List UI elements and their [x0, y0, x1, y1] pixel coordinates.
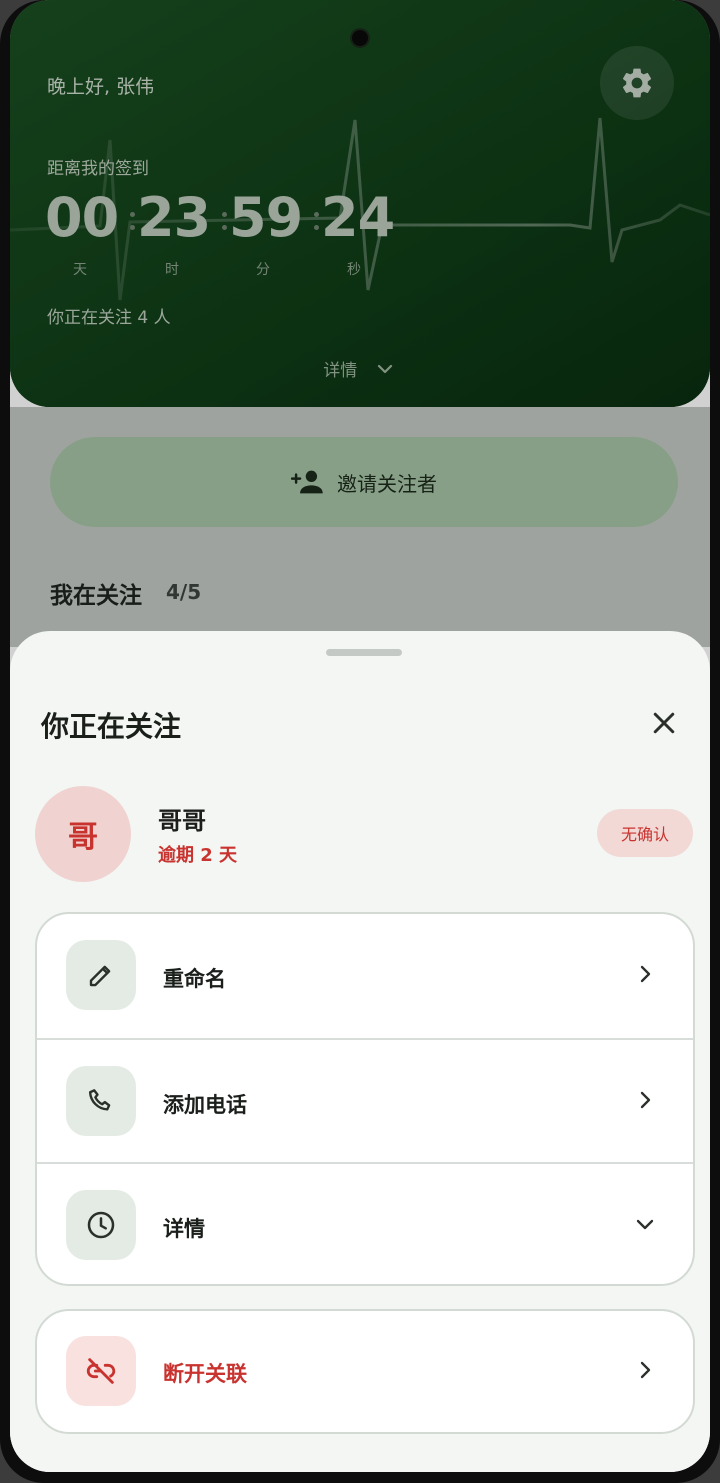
details-label: 详情 — [163, 1217, 205, 1241]
unlink-card: 断开关联 — [35, 1309, 695, 1434]
avatar: 哥 — [35, 786, 131, 882]
following-section-title: 我在关注 — [50, 583, 142, 609]
chevron-down-icon — [636, 1219, 654, 1230]
header-details-label: 详情 — [323, 361, 358, 381]
contact-name: 哥哥 — [158, 807, 206, 835]
chevron-right-icon — [640, 1361, 651, 1379]
greeting-text: 晚上好, 张伟 — [47, 76, 155, 98]
add-phone-icon-box — [66, 1066, 136, 1136]
sheet-drag-handle[interactable] — [326, 649, 402, 656]
following-section-count: 4/5 — [166, 580, 202, 604]
rename-row[interactable]: 重命名 — [37, 914, 693, 1038]
phone-icon — [88, 1089, 111, 1111]
countdown-label: 距离我的签到 — [47, 159, 149, 179]
countdown-separator — [130, 212, 135, 217]
add-phone-label: 添加电话 — [163, 1093, 247, 1117]
details-icon-box — [66, 1190, 136, 1260]
clock-icon — [87, 1211, 115, 1239]
sheet-title: 你正在关注 — [41, 710, 182, 743]
device-frame: 晚上好, 张伟 距离我的签到 00 23 59 24 天 时 分 秒 你正在关注… — [0, 0, 720, 1483]
countdown-separator — [222, 212, 227, 217]
unit-minutes: 分 — [256, 262, 270, 278]
link-off-icon — [86, 1358, 116, 1384]
unlink-row[interactable]: 断开关联 — [37, 1311, 693, 1432]
countdown-hours: 23 — [137, 186, 211, 249]
header-card: 晚上好, 张伟 距离我的签到 00 23 59 24 天 时 分 秒 你正在关注… — [10, 0, 710, 407]
countdown-seconds: 24 — [321, 186, 395, 249]
unlink-icon-box — [66, 1336, 136, 1406]
actions-card: 重命名 添加电话 详情 — [35, 912, 695, 1286]
following-count-text: 你正在关注 4 人 — [47, 308, 171, 328]
unit-seconds: 秒 — [347, 262, 361, 278]
rename-label: 重命名 — [163, 967, 226, 991]
gear-icon — [622, 68, 652, 98]
countdown-minutes: 59 — [229, 186, 303, 249]
person-add-icon — [291, 470, 323, 494]
close-button[interactable] — [640, 699, 688, 747]
chevron-right-icon — [640, 965, 651, 983]
chevron-right-icon — [640, 1091, 651, 1109]
camera-cutout — [352, 30, 368, 46]
status-badge: 无确认 — [597, 809, 693, 857]
chevron-down-icon — [377, 364, 392, 373]
invite-follower-button[interactable]: 邀请关注者 — [50, 437, 678, 527]
avatar-initial: 哥 — [68, 820, 98, 855]
screen: 晚上好, 张伟 距离我的签到 00 23 59 24 天 时 分 秒 你正在关注… — [10, 0, 710, 1472]
rename-icon-box — [66, 940, 136, 1010]
add-phone-row[interactable]: 添加电话 — [37, 1038, 693, 1164]
unlink-label: 断开关联 — [163, 1362, 247, 1386]
countdown-days: 00 — [45, 186, 119, 249]
unit-days: 天 — [73, 262, 87, 278]
settings-button[interactable] — [600, 46, 674, 120]
close-icon — [653, 712, 675, 734]
pencil-icon — [89, 965, 111, 987]
header-details-toggle[interactable]: 详情 — [10, 356, 710, 381]
invite-follower-label: 邀请关注者 — [337, 471, 437, 496]
countdown-separator — [314, 212, 319, 217]
unit-hours: 时 — [165, 262, 179, 278]
overdue-status: 逾期 2 天 — [158, 845, 238, 866]
details-row[interactable]: 详情 — [37, 1162, 693, 1284]
